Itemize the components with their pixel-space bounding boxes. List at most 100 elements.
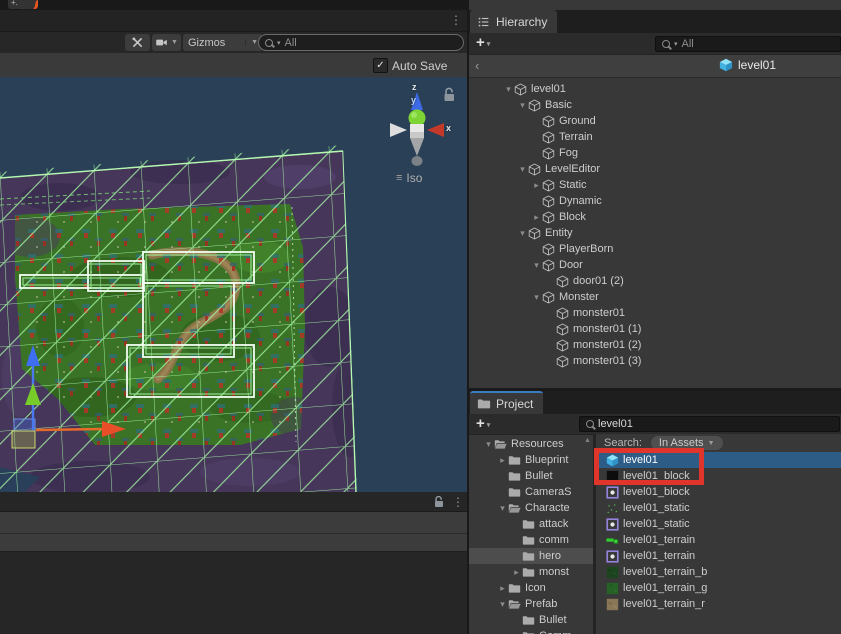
disclosure-arrow-icon[interactable] xyxy=(497,599,508,610)
disclosure-arrow-icon[interactable] xyxy=(503,84,514,95)
search-results-list: level01 level01_block level01_block leve… xyxy=(596,452,841,612)
unity-editor-window: +. ▶ ▮▮ ▶▏ ⋮ ▼ Gizmos ▼ ▾ All ✓ Auto Sav… xyxy=(0,0,841,634)
search-result-item[interactable]: level01_static xyxy=(596,516,841,532)
gameobject-cube-icon xyxy=(528,99,541,112)
breadcrumb-label: level01 xyxy=(738,58,776,72)
gameobject-cube-icon xyxy=(542,211,555,224)
hierarchy-item[interactable]: Fog xyxy=(469,145,841,161)
disclosure-arrow-icon[interactable] xyxy=(517,228,528,239)
search-result-item[interactable]: level01_terrain xyxy=(596,548,841,564)
bottom-panel-row[interactable] xyxy=(0,534,467,552)
bottom-panel-kebab-icon[interactable]: ⋮ xyxy=(452,496,464,508)
hierarchy-item[interactable]: Door xyxy=(469,257,841,273)
folder-item[interactable]: Resources xyxy=(469,436,593,452)
chevron-down-icon: ▼ xyxy=(245,39,258,46)
hierarchy-item[interactable]: PlayerBorn xyxy=(469,241,841,257)
folder-item[interactable]: comm xyxy=(469,532,593,548)
lock-open-icon[interactable] xyxy=(432,495,446,509)
search-result-item[interactable]: level01_terrain_b xyxy=(596,564,841,580)
hierarchy-item-label: Monster xyxy=(559,291,599,303)
search-result-item[interactable]: level01_block xyxy=(596,468,841,484)
asset-icon xyxy=(606,534,619,547)
disclosure-arrow-icon[interactable] xyxy=(531,180,542,191)
gameobject-cube-icon xyxy=(542,147,555,160)
disclosure-arrow-icon[interactable] xyxy=(497,583,508,594)
search-result-item[interactable]: level01_static xyxy=(596,500,841,516)
scene-search-input[interactable]: ▾ All xyxy=(258,34,464,51)
disclosure-arrow-icon[interactable] xyxy=(497,503,508,514)
auto-save-checkbox[interactable]: ✓ xyxy=(373,58,388,73)
hierarchy-item[interactable]: monster01 (1) xyxy=(469,321,841,337)
collab-button[interactable]: +. xyxy=(8,0,38,9)
folder-item[interactable]: Bullet xyxy=(469,612,593,628)
folder-item[interactable]: monst xyxy=(469,564,593,580)
back-chevron-icon[interactable]: ‹ xyxy=(475,58,479,73)
disclosure-arrow-icon[interactable] xyxy=(531,260,542,271)
scene-camera-button[interactable]: ▼ xyxy=(152,34,181,51)
folder-item[interactable]: attack xyxy=(469,516,593,532)
hierarchy-item-label: Basic xyxy=(545,99,572,111)
hierarchy-item[interactable]: Monster xyxy=(469,289,841,305)
hierarchy-item[interactable]: Ground xyxy=(469,113,841,129)
folder-icon xyxy=(522,630,535,634)
search-result-item[interactable]: level01_terrain_g xyxy=(596,580,841,596)
disclosure-arrow-icon[interactable] xyxy=(483,439,494,450)
disclosure-arrow-icon[interactable] xyxy=(511,567,522,578)
breadcrumb[interactable]: level01 xyxy=(719,58,776,72)
bottom-panel-row[interactable] xyxy=(0,512,467,534)
projection-toggle[interactable]: ≡ Iso xyxy=(396,171,422,185)
hierarchy-item[interactable]: Static xyxy=(469,177,841,193)
folder-item[interactable]: hero xyxy=(469,548,593,564)
hierarchy-item[interactable]: monster01 (2) xyxy=(469,337,841,353)
folder-icon xyxy=(522,518,535,531)
folder-item[interactable]: Icon xyxy=(469,580,593,596)
hierarchy-item[interactable]: level01 xyxy=(469,81,841,97)
bottom-panel: ⋮ xyxy=(0,492,467,634)
disclosure-arrow-icon[interactable] xyxy=(517,164,528,175)
folder-item[interactable]: Comm xyxy=(469,628,593,634)
disclosure-arrow-icon[interactable] xyxy=(531,212,542,223)
folder-item[interactable]: Prefab xyxy=(469,596,593,612)
hierarchy-item[interactable]: Basic xyxy=(469,97,841,113)
hierarchy-item[interactable]: door01 (2) xyxy=(469,273,841,289)
chevron-down-icon: ▾ xyxy=(674,40,678,48)
hierarchy-item[interactable]: Entity xyxy=(469,225,841,241)
tab-hierarchy[interactable]: Hierarchy xyxy=(470,10,557,33)
disclosure-arrow-icon[interactable] xyxy=(497,455,508,466)
scene-viewport[interactable]: z y x ≡ Iso xyxy=(0,77,467,492)
search-result-item[interactable]: level01_terrain xyxy=(596,532,841,548)
scene-menu-kebab-icon[interactable]: ⋮ xyxy=(450,14,462,26)
folder-item[interactable]: Bullet xyxy=(469,468,593,484)
hierarchy-item[interactable]: Block xyxy=(469,209,841,225)
folder-item[interactable]: Blueprint xyxy=(469,452,593,468)
axis-z-label[interactable]: z xyxy=(412,82,417,92)
hierarchy-item[interactable]: monster01 xyxy=(469,305,841,321)
gizmos-dropdown[interactable]: Gizmos ▼ xyxy=(183,34,263,51)
scene-tools-button[interactable] xyxy=(125,34,150,51)
folder-item-label: Characte xyxy=(525,502,570,514)
asset-icon xyxy=(606,502,619,515)
hierarchy-item[interactable]: Dynamic xyxy=(469,193,841,209)
search-scope-dropdown[interactable]: In Assets ▼ xyxy=(651,436,723,450)
project-search-input[interactable]: level01 xyxy=(579,416,840,432)
folder-icon xyxy=(508,502,521,515)
project-create-button[interactable]: +▾ xyxy=(476,415,490,432)
axis-x-label[interactable]: x xyxy=(446,123,451,133)
disclosure-arrow-icon[interactable] xyxy=(531,292,542,303)
folder-item[interactable]: Characte xyxy=(469,500,593,516)
disclosure-arrow-icon[interactable] xyxy=(517,100,528,111)
axis-y-label[interactable]: y xyxy=(411,95,416,105)
hierarchy-item[interactable]: monster01 (3) xyxy=(469,353,841,369)
folder-icon xyxy=(508,470,521,483)
tab-project[interactable]: Project xyxy=(470,391,543,414)
hierarchy-create-button[interactable]: +▾ xyxy=(476,34,490,51)
search-result-item[interactable]: level01 xyxy=(596,452,841,468)
hierarchy-search-input[interactable]: ▾ All xyxy=(655,36,841,52)
hierarchy-item[interactable]: Terrain xyxy=(469,129,841,145)
hierarchy-item[interactable]: LevelEditor xyxy=(469,161,841,177)
scene-toolbar: ▼ Gizmos ▼ ▾ All xyxy=(0,32,467,53)
bottom-panel-header: ⋮ xyxy=(0,492,467,512)
search-result-item[interactable]: level01_terrain_r xyxy=(596,596,841,612)
search-result-item[interactable]: level01_block xyxy=(596,484,841,500)
folder-item[interactable]: CameraS xyxy=(469,484,593,500)
